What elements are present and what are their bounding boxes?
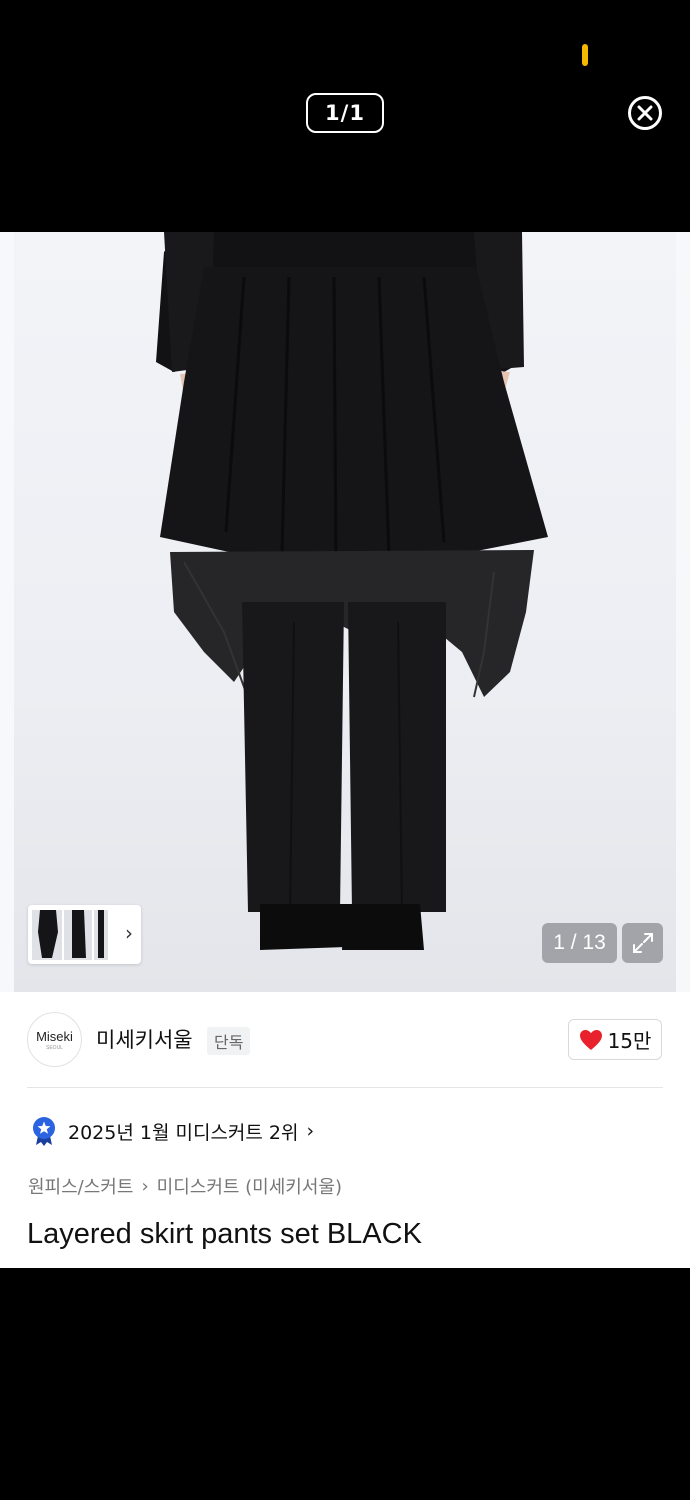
image-viewer-counter: 1/1 [306, 93, 384, 133]
brand-logo[interactable]: Miseki SEOUL [27, 1012, 82, 1067]
thumbnail-2[interactable] [64, 909, 92, 960]
thumbnail-strip[interactable]: › [28, 905, 141, 964]
product-title: Layered skirt pants set BLACK [27, 1218, 422, 1250]
exclusive-badge: 단독 [207, 1027, 251, 1055]
ranking-medal-icon [33, 1117, 55, 1146]
product-screenshot: › 1 / 13 Miseki SEOUL 미세키서울 단독 15만 2025년… [0, 232, 690, 1268]
close-icon [637, 105, 653, 121]
image-page-counter: 1 / 13 [542, 923, 617, 963]
chevron-right-icon[interactable]: › [125, 921, 133, 945]
brand-name[interactable]: 미세키서울 [96, 1024, 193, 1054]
breadcrumb-subcategory[interactable]: 미디스커트 (미세키서울) [157, 1173, 342, 1199]
status-indicator [582, 44, 588, 66]
heart-icon [579, 1029, 602, 1050]
ranking-text: 2025년 1월 미디스커트 2위 [68, 1121, 299, 1144]
chevron-right-icon: › [306, 1120, 315, 1142]
brand-logo-text: Miseki [36, 1028, 73, 1044]
photo-right-margin [676, 232, 690, 992]
like-count: 15만 [607, 1029, 652, 1053]
brand-logo-subtext: SEOUL [46, 1044, 63, 1051]
breadcrumb: 원피스/스커트 › 미디스커트 (미세키서울) [28, 1173, 342, 1199]
product-photo[interactable] [14, 232, 676, 992]
divider [27, 1087, 663, 1088]
close-button[interactable] [628, 96, 662, 130]
chevron-right-icon: › [141, 1175, 149, 1197]
expand-icon [632, 933, 653, 953]
thumbnail-1[interactable] [32, 909, 62, 960]
product-model-image [156, 232, 548, 950]
photo-left-margin [0, 232, 14, 992]
like-button[interactable]: 15만 [568, 1019, 662, 1060]
expand-button[interactable] [622, 923, 663, 963]
breadcrumb-category[interactable]: 원피스/스커트 [28, 1173, 133, 1199]
thumbnail-3[interactable] [94, 909, 108, 960]
ranking-link[interactable]: 2025년 1월 미디스커트 2위 › [30, 1116, 314, 1146]
brand-row: Miseki SEOUL 미세키서울 단독 15만 [0, 1007, 690, 1077]
